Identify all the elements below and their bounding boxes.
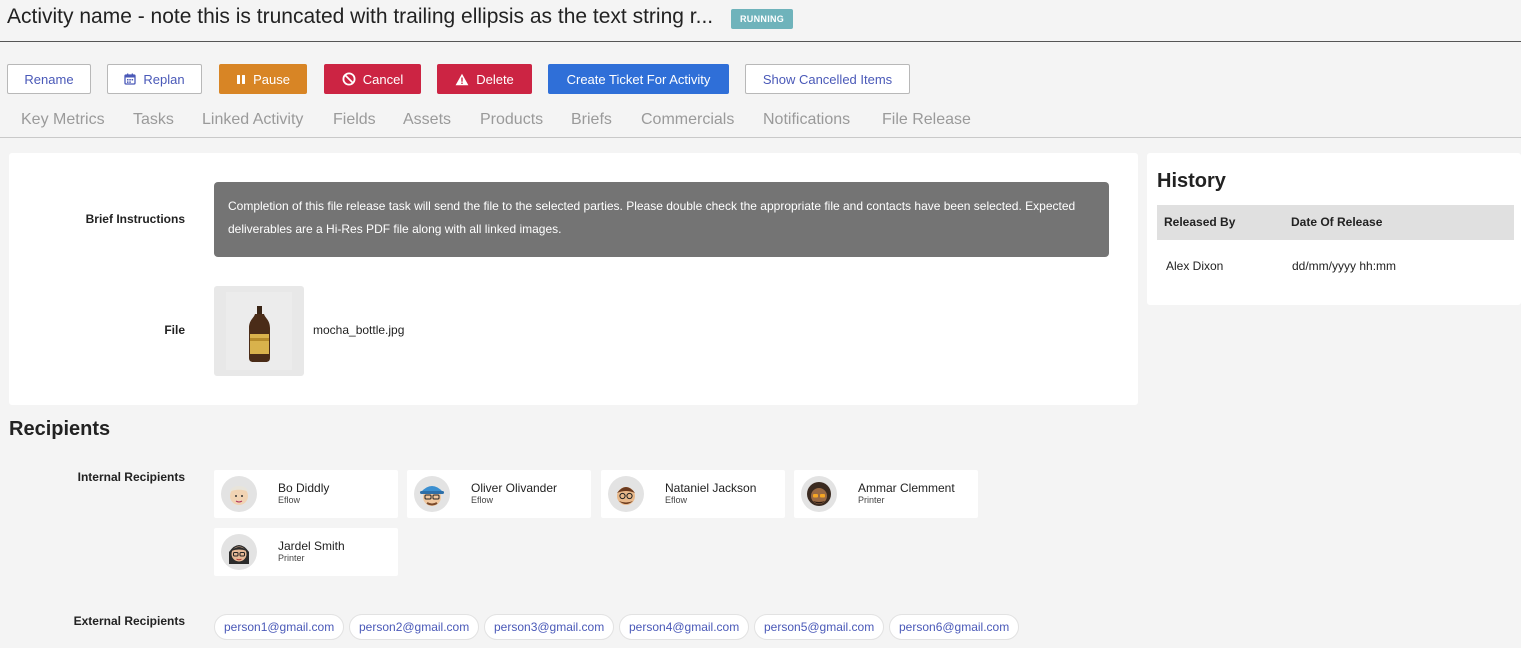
history-date: dd/mm/yyyy hh:mm xyxy=(1292,259,1397,273)
tab-products[interactable]: Products xyxy=(480,111,543,129)
tab-assets[interactable]: Assets xyxy=(403,111,451,129)
delete-button[interactable]: Delete xyxy=(437,64,532,94)
tab-linked-activity[interactable]: Linked Activity xyxy=(202,111,303,129)
activity-title: Activity name - note this is truncated w… xyxy=(7,5,714,28)
activity-header: Activity name - note this is truncated w… xyxy=(0,0,1521,42)
rename-label: Rename xyxy=(24,71,74,87)
brief-instructions-label: Brief Instructions xyxy=(85,212,185,226)
cancel-button[interactable]: Cancel xyxy=(324,64,421,94)
history-released-by: Alex Dixon xyxy=(1166,259,1224,273)
brief-instructions-text: Completion of this file release task wil… xyxy=(228,199,1076,236)
email-chip[interactable]: person4@gmail.com xyxy=(619,614,750,640)
pause-label: Pause xyxy=(253,71,290,87)
recipient-org: Eflow xyxy=(278,495,301,505)
email-chip[interactable]: person6@gmail.com xyxy=(889,614,1020,640)
recipient-org: Printer xyxy=(858,495,885,505)
recipient-card[interactable]: Nataniel Jackson Eflow xyxy=(601,470,785,518)
warning-icon xyxy=(455,73,469,86)
rename-button[interactable]: Rename xyxy=(7,64,91,94)
tab-notifications[interactable]: Notifications xyxy=(763,111,850,129)
avatar xyxy=(414,476,450,512)
email-chip[interactable]: person3@gmail.com xyxy=(484,614,615,640)
recipient-name: Ammar Clemment xyxy=(858,481,955,495)
create-ticket-label: Create Ticket For Activity xyxy=(566,71,711,87)
tab-briefs[interactable]: Briefs xyxy=(571,111,612,129)
tab-fields[interactable]: Fields xyxy=(333,111,376,129)
file-name[interactable]: mocha_bottle.jpg xyxy=(313,323,404,337)
avatar xyxy=(221,534,257,570)
recipient-name: Oliver Olivander xyxy=(471,481,558,495)
email-chip[interactable]: person2@gmail.com xyxy=(349,614,480,640)
external-recipients-label: External Recipients xyxy=(73,614,185,628)
bottle-image xyxy=(226,292,292,370)
column-header-date: Date Of Release xyxy=(1291,215,1383,229)
email-chip[interactable]: person1@gmail.com xyxy=(214,614,345,640)
show-cancelled-button[interactable]: Show Cancelled Items xyxy=(745,64,910,94)
recipient-name: Jardel Smith xyxy=(278,539,345,553)
tab-commercials[interactable]: Commercials xyxy=(641,111,734,129)
status-badge: RUNNING xyxy=(731,9,794,29)
file-thumbnail[interactable] xyxy=(214,286,304,376)
recipient-card[interactable]: Bo Diddly Eflow xyxy=(214,470,398,518)
replan-label: Replan xyxy=(143,71,185,87)
avatar xyxy=(221,476,257,512)
internal-recipients-label: Internal Recipients xyxy=(77,470,185,484)
replan-button[interactable]: Replan xyxy=(107,64,202,94)
email-chip[interactable]: person5@gmail.com xyxy=(754,614,885,640)
avatar xyxy=(801,476,837,512)
calendar-icon xyxy=(124,73,137,85)
recipient-name: Nataniel Jackson xyxy=(665,481,757,495)
recipient-card[interactable]: Ammar Clemment Printer xyxy=(794,470,978,518)
history-title: History xyxy=(1157,170,1226,192)
recipients-title: Recipients xyxy=(9,418,111,440)
show-cancelled-label: Show Cancelled Items xyxy=(762,71,893,87)
cancel-label: Cancel xyxy=(362,71,404,87)
tab-key-metrics[interactable]: Key Metrics xyxy=(21,111,105,129)
create-ticket-button[interactable]: Create Ticket For Activity xyxy=(548,64,729,94)
tab-bar: Key Metrics Tasks Linked Activity Fields… xyxy=(0,108,1521,138)
recipient-org: Eflow xyxy=(665,495,688,505)
file-label: File xyxy=(164,323,185,337)
recipient-name: Bo Diddly xyxy=(278,481,330,495)
brief-instructions-box: Completion of this file release task wil… xyxy=(214,182,1109,257)
delete-label: Delete xyxy=(476,71,514,87)
pause-icon xyxy=(236,74,246,85)
avatar xyxy=(608,476,644,512)
column-header-released-by: Released By xyxy=(1164,215,1236,229)
tab-file-release[interactable]: File Release xyxy=(882,111,971,129)
recipient-org: Eflow xyxy=(471,495,494,505)
recipient-org: Printer xyxy=(278,553,305,563)
recipient-card[interactable]: Jardel Smith Printer xyxy=(214,528,398,576)
recipient-card[interactable]: Oliver Olivander Eflow xyxy=(407,470,591,518)
ban-icon xyxy=(342,72,356,86)
history-table-header: Released By Date Of Release xyxy=(1157,205,1514,240)
pause-button[interactable]: Pause xyxy=(219,64,307,94)
tab-tasks[interactable]: Tasks xyxy=(133,111,174,129)
